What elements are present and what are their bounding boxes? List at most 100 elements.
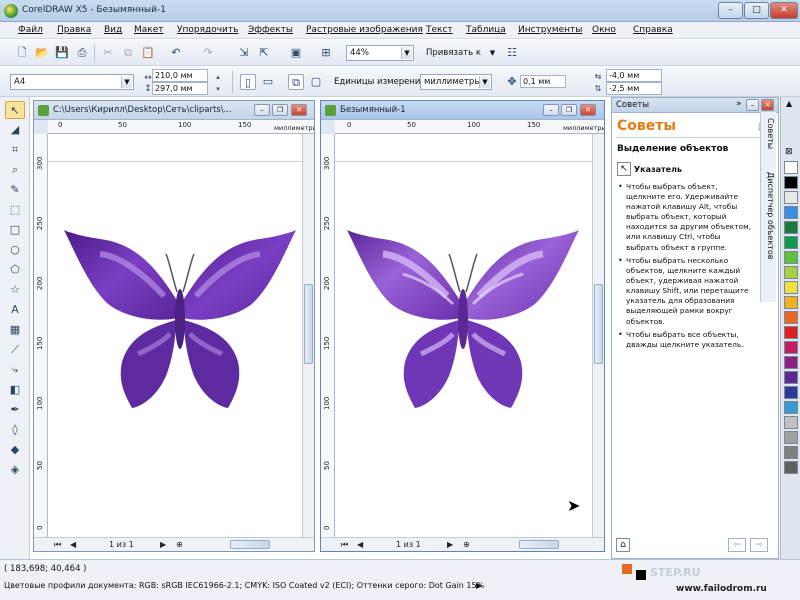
menu-table[interactable]: Таблица (466, 25, 506, 35)
color-swatch[interactable] (784, 176, 798, 189)
horizontal-ruler[interactable]: 0 50 100 150 миллиметры (335, 120, 604, 134)
back-icon[interactable]: ⇦ (728, 538, 746, 552)
menu-edit[interactable]: Правка (57, 25, 91, 35)
vertical-scrollbar-1[interactable] (302, 134, 314, 537)
vertical-ruler[interactable]: 300 250 200 150 100 50 0 (34, 134, 48, 537)
ellipse-tool-icon[interactable]: ○ (5, 241, 25, 259)
polygon-tool-icon[interactable]: ⬠ (5, 261, 25, 279)
tab-object-manager[interactable]: Диспетчер объектов (766, 172, 775, 259)
add-page-icon[interactable]: ⊕ (176, 540, 183, 549)
doc1-close-button[interactable]: ✕ (291, 104, 307, 116)
home-icon[interactable]: ⌂ (616, 538, 630, 552)
next-page-icon[interactable]: ▶ (447, 540, 453, 549)
color-swatch[interactable] (784, 461, 798, 474)
tab-hints[interactable]: Советы (766, 118, 775, 149)
doc2-minimize-button[interactable]: – (543, 104, 559, 116)
save-icon[interactable]: 💾 (54, 45, 70, 61)
crop-tool-icon[interactable]: ⌗ (5, 141, 25, 159)
doc2-restore-button[interactable]: ❐ (561, 104, 577, 116)
forward-icon[interactable]: ⇨ (750, 538, 768, 552)
status-expand-icon[interactable]: ▶ (476, 581, 482, 590)
page-height-field[interactable]: 297,0 мм (152, 82, 208, 95)
scrollbar-thumb[interactable] (304, 284, 313, 364)
color-swatch[interactable] (784, 236, 798, 249)
minimize-button[interactable]: – (718, 2, 743, 19)
add-page-icon[interactable]: ⊕ (463, 540, 470, 549)
table-tool-icon[interactable]: ▦ (5, 321, 25, 339)
color-swatch[interactable] (784, 311, 798, 324)
rectangle-tool-icon[interactable]: □ (5, 221, 25, 239)
page-width-field[interactable]: 210,0 мм (152, 69, 208, 82)
doc1-restore-button[interactable]: ❐ (272, 104, 288, 116)
zoom-combo[interactable]: 44% ▼ (346, 45, 414, 61)
connector-tool-icon[interactable]: ⤷ (5, 361, 25, 379)
color-swatch[interactable] (784, 221, 798, 234)
butterfly-original-image[interactable] (60, 184, 300, 424)
document-window-2[interactable]: Безымянный-1 – ❐ ✕ 0 50 100 150 миллимет… (320, 100, 605, 552)
paste-icon[interactable]: 📋 (140, 45, 156, 61)
vertical-ruler[interactable]: 300 250 200 150 100 50 0 (321, 134, 335, 537)
basic-shapes-tool-icon[interactable]: ☆ (5, 281, 25, 299)
maximize-button[interactable]: □ (744, 2, 769, 19)
menu-layout[interactable]: Макет (134, 25, 164, 35)
color-swatch[interactable] (784, 341, 798, 354)
open-icon[interactable]: 📂 (34, 45, 50, 61)
redo-icon[interactable]: ↷ (200, 45, 216, 61)
paper-size-select[interactable]: A4 ▼ (10, 74, 134, 90)
color-swatch[interactable] (784, 161, 798, 174)
cut-icon[interactable]: ✂ (100, 45, 116, 61)
prev-page-icon[interactable]: ◀ (357, 540, 363, 549)
menu-text[interactable]: Текст (426, 25, 453, 35)
export-icon[interactable]: ⇱ (256, 45, 272, 61)
color-swatch[interactable] (784, 206, 798, 219)
color-swatch[interactable] (784, 371, 798, 384)
doc2-close-button[interactable]: ✕ (580, 104, 596, 116)
prev-page-icon[interactable]: ◀ (70, 540, 76, 549)
color-swatch[interactable] (784, 356, 798, 369)
next-page-icon[interactable]: ▶ (160, 540, 166, 549)
document-2-caption[interactable]: Безымянный-1 – ❐ ✕ (321, 101, 604, 120)
document-window-1[interactable]: C:\Users\Кирилл\Desktop\Сеть\cliparts\..… (33, 100, 315, 552)
first-page-icon[interactable]: ⏮ (54, 540, 61, 550)
units-select[interactable]: миллиметры ▼ (420, 74, 492, 90)
color-swatch[interactable] (784, 191, 798, 204)
color-swatch[interactable] (784, 431, 798, 444)
undo-icon[interactable]: ↶ (168, 45, 184, 61)
color-swatch[interactable] (784, 266, 798, 279)
nudge-distance-field[interactable]: 0,1 мм (520, 75, 566, 88)
menu-help[interactable]: Справка (633, 25, 673, 35)
import-icon[interactable]: ⇲ (236, 45, 252, 61)
zoom-tool-icon[interactable]: ⌕ (5, 161, 25, 179)
no-color-icon[interactable]: ⊠ (785, 147, 793, 157)
shape-tool-icon[interactable]: ◢ (5, 121, 25, 139)
menu-bitmaps[interactable]: Растровые изображения (306, 25, 423, 35)
drawing-canvas-1[interactable] (48, 134, 302, 537)
fill-tool-icon[interactable]: ◆ (5, 441, 25, 459)
snap-to-dropdown[interactable]: Привязать к ▼ (422, 45, 500, 61)
hscroll-thumb[interactable] (519, 540, 559, 549)
color-swatch[interactable] (784, 416, 798, 429)
options-icon[interactable]: ☷ (504, 45, 520, 61)
outline-tool-icon[interactable]: ◊ (5, 421, 25, 439)
menu-window[interactable]: Окно (592, 25, 616, 35)
pick-tool-icon[interactable]: ↖ (5, 101, 25, 119)
color-profiles-info[interactable]: Цветовые профили документа: RGB: sRGB IE… (4, 581, 484, 590)
smart-fill-tool-icon[interactable]: ⬚ (5, 201, 25, 219)
print-icon[interactable]: ⎙ (74, 45, 90, 61)
menu-arrange[interactable]: Упорядочить (177, 25, 238, 35)
landscape-icon[interactable]: ▭ (260, 74, 276, 90)
palette-scroll-up-icon[interactable]: ▲ (786, 99, 792, 108)
color-swatch[interactable] (784, 446, 798, 459)
docker-minimize-button[interactable]: – (746, 99, 759, 111)
color-swatch[interactable] (784, 386, 798, 399)
drawing-canvas-2[interactable]: ➤ (335, 134, 592, 537)
expand-icon[interactable]: » (736, 99, 742, 109)
dimension-tool-icon[interactable]: ⟋ (5, 341, 25, 359)
color-swatch[interactable] (784, 296, 798, 309)
docker-caption[interactable]: Советы » – ✕ (612, 98, 778, 113)
duplicate-y-field[interactable]: -2,5 мм (606, 82, 662, 95)
eyedropper-tool-icon[interactable]: ✒ (5, 401, 25, 419)
horizontal-ruler[interactable]: 0 50 100 150 миллиметры (48, 120, 314, 134)
current-page-icon[interactable]: ▢ (308, 74, 324, 90)
color-swatch[interactable] (784, 401, 798, 414)
